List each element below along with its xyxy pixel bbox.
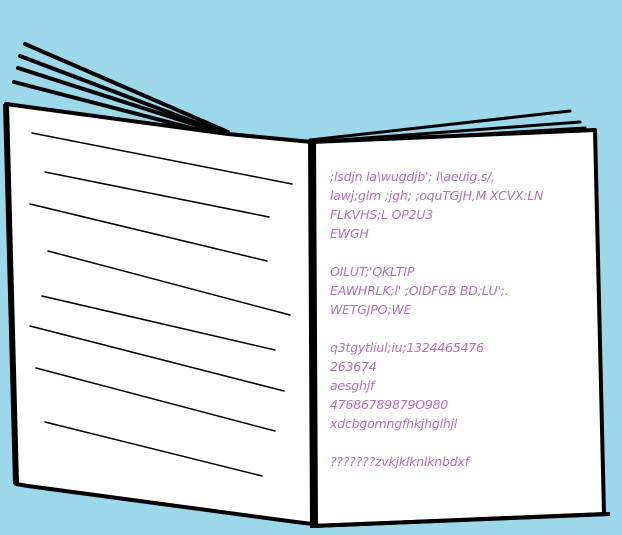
right-page-text: ;lsdjn la\wugdjb'; l\aeuig.s/, lawj;glm … [330,167,592,490]
text-paragraph-1: ;lsdjn la\wugdjb'; l\aeuig.s/, lawj;glm … [330,167,592,243]
text-line: OILUT;'QKLTIP [330,264,415,279]
text-paragraph-2: OILUT;'QKLTIP EAWHRLK;l' ;OIDFGB BD;LU';… [330,262,592,319]
text-line: EWGH [330,226,369,241]
text-line: FLKVHS;L OP2U3 [330,207,434,222]
book-spine [308,139,318,529]
text-line: xdcbgomngfhkjhglhjl [330,416,458,431]
text-line: aesghjf [330,378,375,393]
left-page [4,102,315,526]
text-paragraph-4: ???????zvkjklknlknbdxf [330,452,592,471]
text-line: ???????zvkjklknlknbdxf [330,454,469,469]
text-line: 263674 [330,359,377,374]
text-line: lawj;glm ;jgh; ;oquTGJH,M XCVX:LN [330,188,544,203]
text-paragraph-3: q3tgytliul;iu;1324465476 263674 aesghjf … [330,338,592,433]
book-drawing: ;lsdjn la\wugdjb'; l\aeuig.s/, lawj;glm … [0,0,622,535]
text-line: EAWHRLK;l' ;OIDFGB BD;LU';. [330,283,509,298]
text-line: ;lsdjn la\wugdjb'; l\aeuig.s/, [330,169,495,184]
text-line: 47686789879O980 [330,397,449,412]
text-line: WETGJPO;WE [330,302,412,317]
text-line: q3tgytliul;iu;1324465476 [330,340,484,355]
